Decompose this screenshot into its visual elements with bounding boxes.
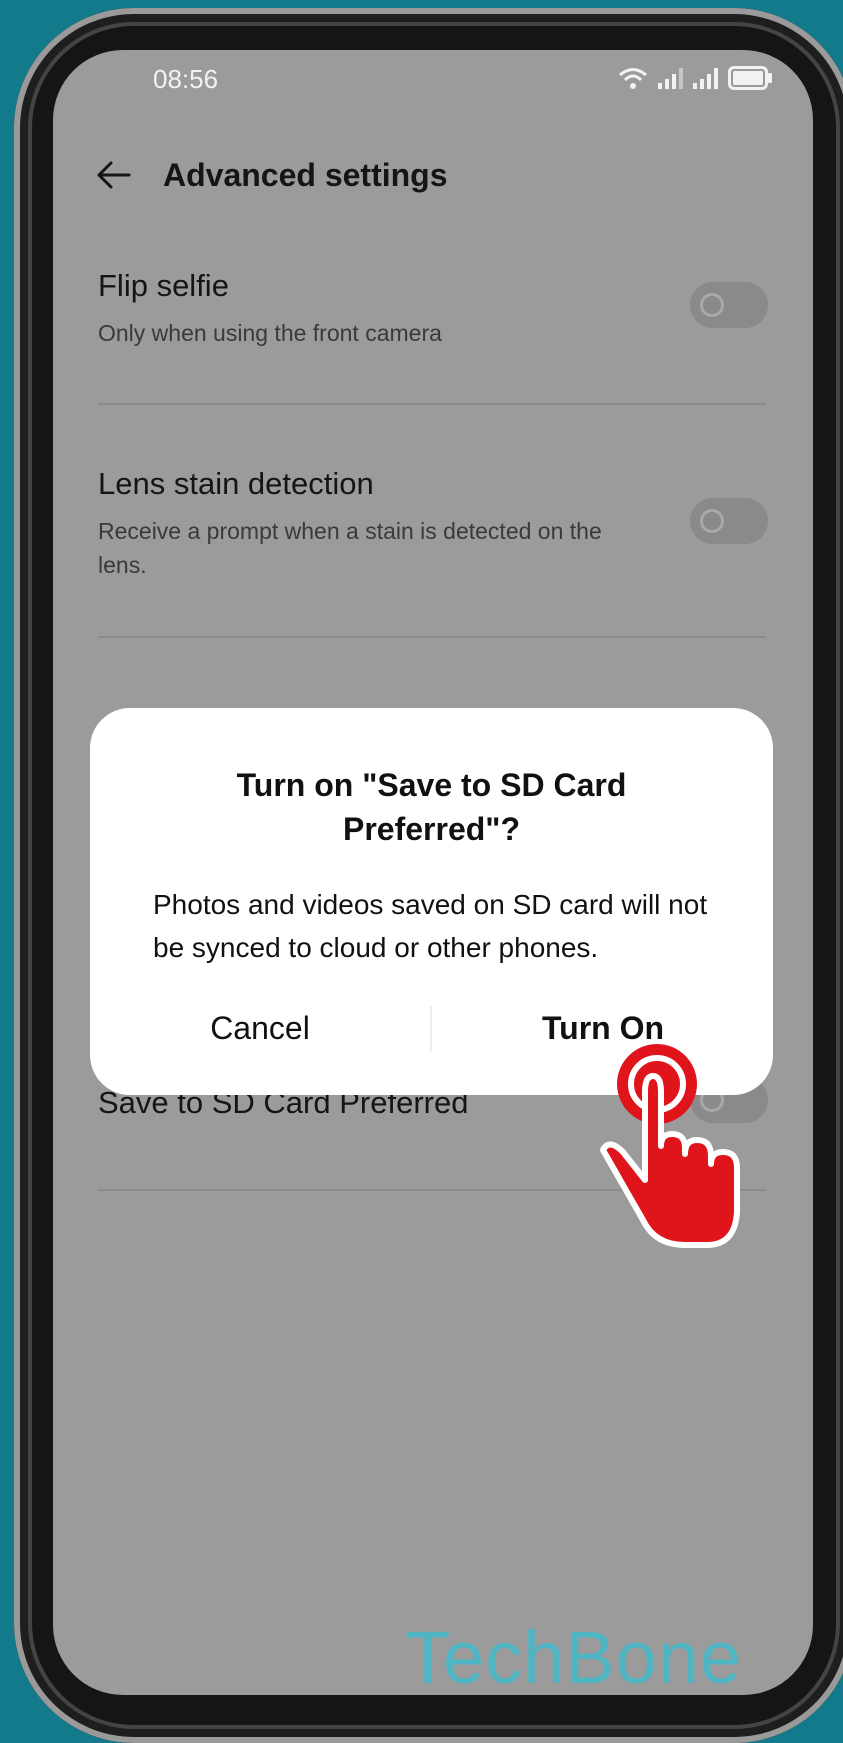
- wifi-icon: [619, 68, 647, 89]
- divider: [98, 636, 766, 638]
- cell-signal-icon: [693, 67, 718, 89]
- status-icons: [618, 66, 772, 90]
- flip-selfie-toggle[interactable]: [690, 282, 768, 328]
- cell-signal-icon: [658, 67, 683, 89]
- status-time: 08:56: [153, 64, 219, 94]
- setting-title: Lens stain detection: [98, 466, 374, 501]
- setting-lens-stain-detection[interactable]: Lens stain detection Receive a prompt wh…: [98, 466, 768, 582]
- header: Advanced settings: [93, 155, 448, 195]
- dialog-message: Photos and videos saved on SD card will …: [153, 889, 708, 963]
- dialog-title: Turn on "Save to SD Card Preferred"?: [236, 767, 627, 847]
- page-title: Advanced settings: [163, 156, 448, 193]
- setting-flip-selfie[interactable]: Flip selfie Only when using the front ca…: [98, 268, 768, 350]
- dialog-button-divider: [430, 1006, 432, 1052]
- tap-hand-icon: [600, 1044, 740, 1248]
- confirm-dialog: Turn on "Save to SD Card Preferred"? Pho…: [90, 708, 773, 1095]
- setting-title: Flip selfie: [98, 268, 229, 303]
- divider: [98, 403, 766, 405]
- watermark: TechBone: [405, 1616, 743, 1699]
- back-arrow-icon[interactable]: [93, 155, 133, 195]
- battery-icon: [728, 66, 772, 90]
- cancel-button[interactable]: Cancel: [90, 998, 430, 1058]
- setting-description: Receive a prompt when a stain is detecte…: [98, 518, 602, 578]
- lens-stain-toggle[interactable]: [690, 498, 768, 544]
- setting-description: Only when using the front camera: [98, 320, 442, 346]
- status-bar: 08:56: [53, 50, 813, 120]
